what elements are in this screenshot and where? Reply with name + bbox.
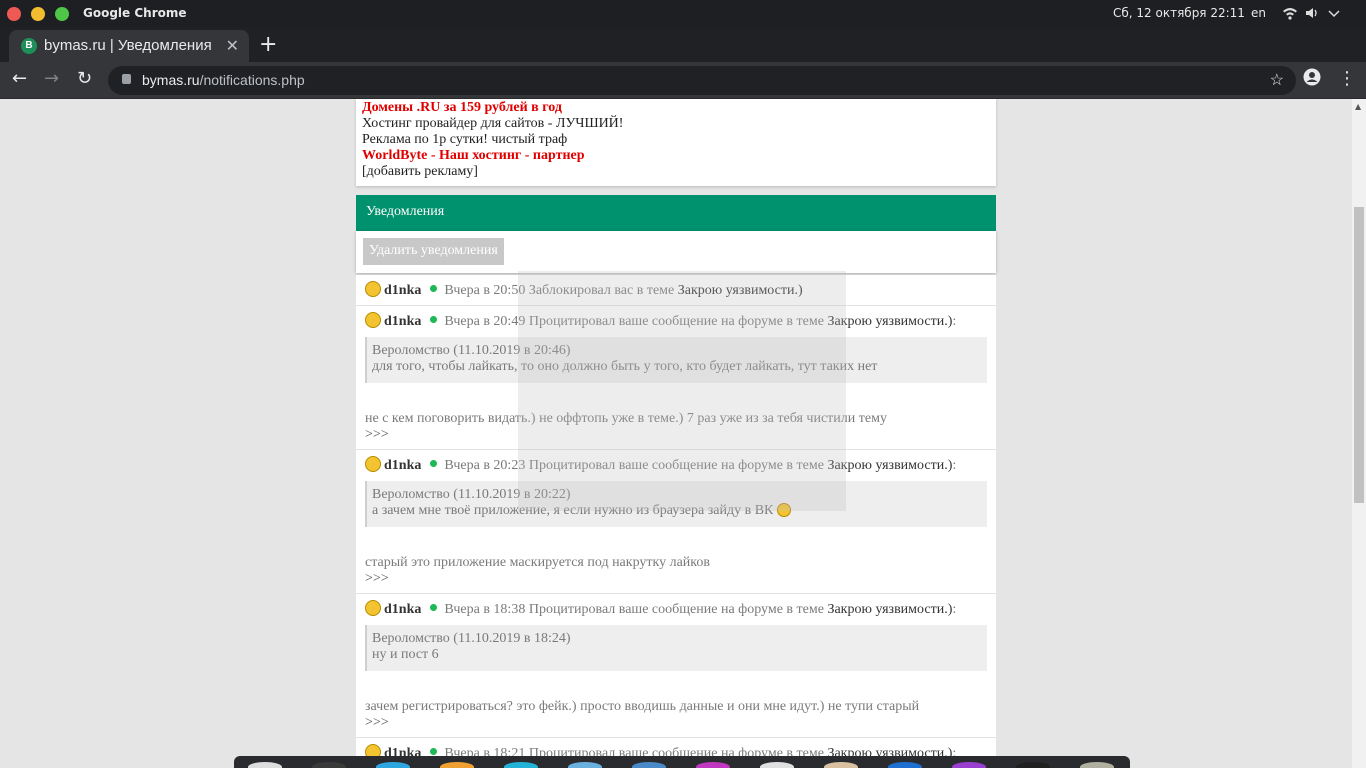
dock-app-icon[interactable] — [568, 762, 602, 768]
ad-link[interactable]: Домены .RU за 159 рублей в год — [362, 100, 990, 116]
notification-header: d1nka Вчера в 18:38 Процитировал ваше соо… — [365, 600, 987, 618]
dock-app-icon[interactable] — [1016, 762, 1050, 768]
browser-toolbar: ← → ↻ bymas.ru/notifications.php ☆ ⋮ — [0, 62, 1366, 99]
dock-app-icon[interactable] — [952, 762, 986, 768]
power-menu-icon[interactable] — [1326, 5, 1342, 21]
quote-block: Вероломство (11.10.2019 в 18:24) ну и пос… — [365, 625, 987, 671]
notification-item: d1nka Вчера в 18:38 Процитировал ваше соо… — [356, 594, 996, 738]
reply-text: старый это приложение маскируется под на… — [365, 555, 711, 570]
ad-link[interactable]: WorldByte - Наш хостинг - партнер — [362, 148, 990, 164]
reply-text: зачем регистрироваться? это фейк.) прост… — [365, 699, 920, 714]
active-app-name: Google Chrome — [83, 6, 187, 20]
online-status-icon — [430, 748, 438, 755]
forward-arrow-icon[interactable]: → — [44, 68, 59, 89]
new-tab-icon[interactable]: + — [259, 32, 277, 57]
faded-overlay-popup — [518, 271, 846, 511]
url-host: bymas.ru — [142, 72, 200, 88]
account-icon[interactable] — [1303, 68, 1321, 91]
quote-author: Вероломство (11.10.2019 в 18:24) — [372, 631, 571, 646]
app-dock — [234, 756, 1130, 768]
delete-notifications-button[interactable]: Удалить уведомления — [363, 238, 504, 265]
browser-tab[interactable]: B bymas.ru | Уведомления ✕ — [9, 30, 249, 62]
dock-app-icon[interactable] — [760, 762, 794, 768]
lock-icon[interactable] — [122, 74, 131, 84]
user-avatar-icon[interactable] — [365, 600, 381, 616]
page-scrollbar[interactable]: ▲ — [1352, 99, 1366, 768]
dock-app-icon[interactable] — [824, 762, 858, 768]
volume-icon[interactable] — [1304, 5, 1320, 21]
user-link[interactable]: d1nka — [384, 283, 421, 298]
minimize-window-button[interactable] — [31, 7, 45, 21]
page-viewport: Домены .RU за 159 рублей в год Хостинг пр… — [0, 99, 1352, 768]
dock-app-icon[interactable] — [312, 762, 346, 768]
read-more-link[interactable]: >>> — [365, 715, 987, 731]
quote-text: ну и пост 6 — [372, 647, 981, 663]
ad-link[interactable]: Реклама по 1р сутки! чистый траф — [362, 132, 990, 148]
reload-icon[interactable]: ↻ — [77, 68, 92, 89]
dock-app-icon[interactable] — [248, 762, 282, 768]
wifi-icon[interactable] — [1282, 5, 1298, 21]
notification-action: Процитировал ваше сообщение на форуме в … — [528, 602, 824, 617]
address-bar[interactable]: bymas.ru/notifications.php ☆ — [108, 66, 1296, 95]
dock-app-icon[interactable] — [888, 762, 922, 768]
notification-time: Вчера в 18:38 — [444, 602, 526, 617]
user-avatar-icon[interactable] — [365, 456, 381, 472]
dock-app-icon[interactable] — [440, 762, 474, 768]
notification-time: Вчера в 20:23 — [444, 458, 526, 473]
notification-suffix: : — [952, 602, 957, 617]
close-tab-icon[interactable]: ✕ — [226, 36, 239, 56]
user-avatar-icon[interactable] — [365, 312, 381, 328]
bookmark-star-icon[interactable]: ☆ — [1270, 70, 1284, 90]
site-favicon-icon: B — [21, 38, 37, 54]
notification-time: Вчера в 20:49 — [444, 314, 526, 329]
user-link[interactable]: d1nka — [384, 314, 421, 329]
user-link[interactable]: d1nka — [384, 602, 421, 617]
url-path: /notifications.php — [199, 72, 305, 88]
notification-actions: Удалить уведомления — [356, 231, 996, 273]
scroll-up-arrow-icon[interactable]: ▲ — [1355, 102, 1361, 111]
ad-block: Домены .RU за 159 рублей в год Хостинг пр… — [356, 99, 996, 186]
online-status-icon — [430, 316, 438, 323]
tab-title: bymas.ru | Уведомления — [44, 37, 212, 54]
dock-app-icon[interactable] — [696, 762, 730, 768]
notification-suffix: : — [952, 458, 957, 473]
ad-link[interactable]: [добавить рекламу] — [362, 164, 990, 180]
notification-time: Вчера в 20:50 — [444, 283, 526, 298]
more-menu-icon[interactable]: ⋮ — [1338, 68, 1356, 89]
ad-link[interactable]: Хостинг провайдер для сайтов - ЛУЧШИЙ! — [362, 116, 990, 132]
dock-app-icon[interactable] — [376, 762, 410, 768]
os-top-bar: Google Chrome Сб, 12 октября 22:11 en — [0, 0, 1366, 28]
close-window-button[interactable] — [7, 7, 21, 21]
tab-strip: B bymas.ru | Уведомления ✕ + — [0, 28, 1366, 62]
topic-link[interactable]: Закрою уязвимости.) — [827, 602, 952, 617]
keyboard-language[interactable]: en — [1251, 6, 1266, 20]
online-status-icon — [430, 285, 438, 292]
quote-text-content: ну и пост 6 — [372, 647, 439, 662]
user-link[interactable]: d1nka — [384, 458, 421, 473]
scrollbar-thumb[interactable] — [1354, 207, 1364, 503]
back-arrow-icon[interactable]: ← — [12, 68, 27, 89]
maximize-window-button[interactable] — [55, 7, 69, 21]
dock-app-icon[interactable] — [1080, 762, 1114, 768]
dock-app-icon[interactable] — [504, 762, 538, 768]
topic-link[interactable]: Закрою уязвимости.) — [827, 314, 952, 329]
online-status-icon — [430, 460, 438, 467]
section-title: Уведомления — [356, 195, 996, 231]
dock-app-icon[interactable] — [632, 762, 666, 768]
read-more-link[interactable]: >>> — [365, 571, 987, 587]
online-status-icon — [430, 604, 438, 611]
clock[interactable]: Сб, 12 октября 22:11 — [1113, 6, 1245, 20]
user-avatar-icon[interactable] — [365, 281, 381, 297]
topic-link[interactable]: Закрою уязвимости.) — [827, 458, 952, 473]
notification-suffix: : — [952, 314, 957, 329]
